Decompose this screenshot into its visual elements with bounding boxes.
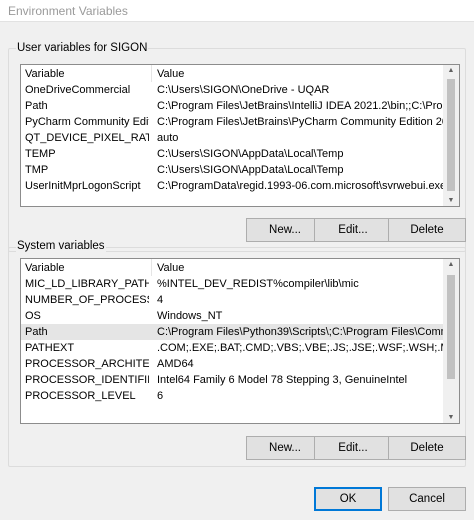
scroll-up-arrow-icon[interactable]: ▲ [447, 261, 455, 268]
table-row[interactable]: PROCESSOR_IDENTIFIER Intel64 Family 6 Mod… [21, 372, 459, 388]
variable-value-cell: .COM;.EXE;.BAT;.CMD;.VBS;.VBE;.JS;.JSE;.… [157, 342, 443, 354]
title-bar: Environment Variables [0, 0, 474, 22]
variable-value-cell: C:\Users\SIGON\AppData\Local\Temp [157, 148, 344, 160]
variable-value-cell: C:\ProgramData\regid.1993-06.com.microso… [157, 180, 443, 192]
variable-name-cell: PROCESSOR_ARCHITECTU... [25, 358, 149, 370]
user-delete-button[interactable]: Delete [388, 218, 466, 242]
user-edit-button[interactable]: Edit... [314, 218, 392, 242]
scroll-thumb[interactable] [447, 79, 455, 191]
variable-name-cell: Path [25, 100, 48, 112]
variable-value-cell: C:\Users\SIGON\AppData\Local\Temp [157, 164, 344, 176]
user-list-vertical-scrollbar[interactable]: ▲ ▼ [443, 65, 459, 206]
system-edit-button[interactable]: Edit... [314, 436, 392, 460]
ok-button[interactable]: OK [314, 487, 382, 511]
column-header-value[interactable]: Value [157, 260, 443, 276]
scroll-down-arrow-icon[interactable]: ▼ [447, 197, 455, 204]
table-row[interactable]: OneDriveCommercial C:\Users\SIGON\OneDriv… [21, 82, 459, 98]
system-delete-button[interactable]: Delete [388, 436, 466, 460]
scroll-down-arrow-icon[interactable]: ▼ [447, 414, 455, 421]
variable-name-cell: OneDriveCommercial [25, 84, 131, 96]
table-row[interactable]: OS Windows_NT [21, 308, 459, 324]
variable-value-cell: Intel64 Family 6 Model 78 Stepping 3, Ge… [157, 374, 408, 386]
list-header: Variable Value [21, 260, 459, 276]
variable-name-cell: UserInitMprLogonScript [25, 180, 141, 192]
system-variables-list[interactable]: Variable Value MIC_LD_LIBRARY_PATH %INTEL… [20, 258, 460, 424]
variable-name-cell: PATHEXT [25, 342, 75, 354]
table-row[interactable]: QT_DEVICE_PIXEL_RATIO auto [21, 130, 459, 146]
system-list-vertical-scrollbar[interactable]: ▲ ▼ [443, 259, 459, 423]
variable-value-cell: AMD64 [157, 358, 194, 370]
column-divider[interactable] [151, 259, 152, 276]
table-row[interactable]: TMP C:\Users\SIGON\AppData\Local\Temp [21, 162, 459, 178]
variable-value-cell: C:\Program Files\Python39\Scripts\;C:\Pr… [157, 326, 443, 338]
table-row[interactable]: Path C:\Program Files\JetBrains\IntelliJ … [21, 98, 459, 114]
variable-name-cell: TEMP [25, 148, 56, 160]
list-header: Variable Value [21, 66, 459, 82]
table-row[interactable]: Path C:\Program Files\Python39\Scripts\;C… [21, 324, 459, 340]
table-row[interactable]: PROCESSOR_LEVEL 6 [21, 388, 459, 404]
variable-value-cell: %INTEL_DEV_REDIST%compiler\lib\mic [157, 278, 359, 290]
variable-value-cell: 6 [157, 390, 164, 402]
table-row[interactable]: PyCharm Community Editi... C:\Program Fil… [21, 114, 459, 130]
variable-name-cell: MIC_LD_LIBRARY_PATH [25, 278, 149, 290]
user-new-button[interactable]: New... [246, 218, 324, 242]
window-title: Environment Variables [8, 4, 128, 18]
variable-name-cell: PyCharm Community Editi... [25, 116, 149, 128]
variable-value-cell: C:\Users\SIGON\OneDrive - UQAR [157, 84, 330, 96]
variable-name-cell: PROCESSOR_IDENTIFIER [25, 374, 149, 386]
variable-value-cell: C:\Program Files\JetBrains\PyCharm Commu… [157, 116, 443, 128]
table-row[interactable]: PROCESSOR_ARCHITECTU... AMD64 [21, 356, 459, 372]
system-variables-label: System variables [16, 240, 106, 252]
variable-name-cell: OS [25, 310, 41, 322]
table-row[interactable]: TEMP C:\Users\SIGON\AppData\Local\Temp [21, 146, 459, 162]
variable-name-cell: PROCESSOR_LEVEL [25, 390, 136, 402]
column-header-variable[interactable]: Variable [25, 260, 149, 276]
column-header-variable[interactable]: Variable [25, 66, 149, 82]
variable-value-cell: auto [157, 132, 179, 144]
cancel-button[interactable]: Cancel [388, 487, 466, 511]
table-row[interactable]: MIC_LD_LIBRARY_PATH %INTEL_DEV_REDIST%com… [21, 276, 459, 292]
system-new-button[interactable]: New... [246, 436, 324, 460]
variable-value-cell: Windows_NT [157, 310, 223, 322]
user-variables-label: User variables for SIGON [16, 42, 149, 54]
column-header-value[interactable]: Value [157, 66, 443, 82]
variable-name-cell: TMP [25, 164, 49, 176]
table-row[interactable]: NUMBER_OF_PROCESSORS 4 [21, 292, 459, 308]
variable-value-cell: 4 [157, 294, 164, 306]
column-divider[interactable] [151, 65, 152, 82]
scroll-thumb[interactable] [447, 275, 455, 379]
variable-name-cell: NUMBER_OF_PROCESSORS [25, 294, 149, 306]
user-variables-list[interactable]: Variable Value OneDriveCommercial C:\User… [20, 64, 460, 207]
variable-name-cell: Path [25, 326, 48, 338]
table-row[interactable]: UserInitMprLogonScript C:\ProgramData\reg… [21, 178, 459, 194]
scroll-up-arrow-icon[interactable]: ▲ [447, 67, 455, 74]
variable-name-cell: QT_DEVICE_PIXEL_RATIO [25, 132, 149, 144]
variable-value-cell: C:\Program Files\JetBrains\IntelliJ IDEA… [157, 100, 443, 112]
table-row[interactable]: PATHEXT .COM;.EXE;.BAT;.CMD;.VBS;.VBE;.JS… [21, 340, 459, 356]
